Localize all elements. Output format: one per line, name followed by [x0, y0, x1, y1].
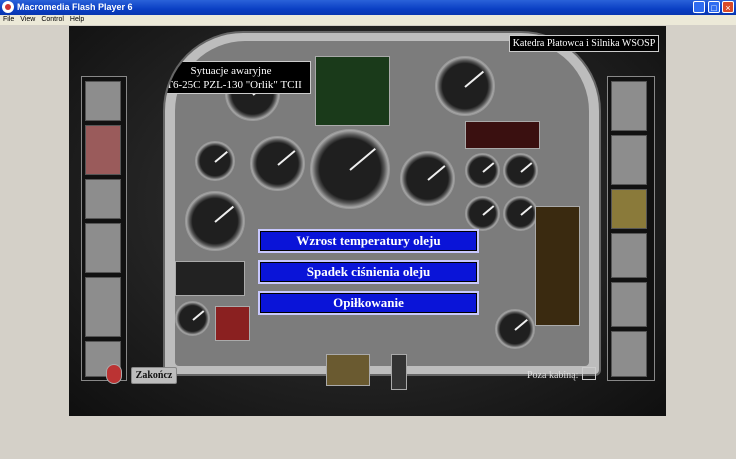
close-button[interactable]: × — [722, 1, 734, 13]
right-console-section — [611, 233, 647, 278]
attitude-indicator — [310, 129, 390, 209]
fuel-gauge — [465, 196, 500, 231]
gps-display — [315, 56, 390, 126]
vsi-gauge — [400, 151, 455, 206]
left-console-section — [85, 179, 121, 219]
annunciator-panel — [465, 121, 540, 149]
oil-pressure-gauge — [503, 153, 538, 188]
scenario-title-line2: PT6-25C PZL-130 "Orlik" TCII — [163, 79, 302, 91]
right-console-section — [611, 282, 647, 327]
menu-control[interactable]: Control — [38, 15, 67, 25]
right-console-section — [611, 135, 647, 185]
finish-button[interactable]: Zakończ — [131, 367, 177, 384]
left-side-console[interactable] — [81, 76, 127, 381]
right-console-section — [611, 81, 647, 131]
throttle-view-thumbnail[interactable] — [391, 354, 407, 390]
trim-indicator — [175, 261, 245, 296]
itt-gauge — [495, 309, 535, 349]
outside-cabin-toggle[interactable] — [582, 367, 596, 380]
right-side-console[interactable] — [607, 76, 655, 381]
left-console-section — [85, 81, 121, 121]
outside-cabin-label: Poza kabiną: — [527, 370, 579, 381]
minimize-button[interactable]: _ — [693, 1, 705, 13]
fuel-flow-gauge — [503, 196, 538, 231]
scenario-title-box: Sytuacje awaryjne PT6-25C PZL-130 "Orlik… — [163, 61, 311, 94]
fire-extinguisher-icon — [106, 364, 122, 384]
instrument-panel: Sytuacje awaryjne PT6-25C PZL-130 "Orlik… — [163, 31, 601, 376]
menu-view[interactable]: View — [17, 15, 38, 25]
window-titlebar: Macromedia Flash Player 6 _ □ × — [0, 0, 736, 15]
menu-file[interactable]: File — [0, 15, 17, 25]
department-label: Katedra Płatowca i Silnika WSOSP — [509, 35, 659, 52]
clock-gauge — [185, 191, 245, 251]
maximize-button[interactable]: □ — [708, 1, 720, 13]
left-console-section — [85, 277, 121, 337]
warning-lights-panel — [535, 206, 580, 326]
menu-bar: File View Control Help — [0, 15, 736, 25]
scenario-button-filings[interactable]: Opiłkowanie — [258, 291, 479, 315]
scenario-button-oil-temperature[interactable]: Wzrost temperatury oleju — [258, 229, 479, 253]
flash-stage: Sytuacje awaryjne PT6-25C PZL-130 "Orlik… — [69, 26, 666, 416]
hydraulic-gauge — [175, 301, 210, 336]
menu-help[interactable]: Help — [67, 15, 87, 25]
torque-gauge — [195, 141, 235, 181]
engine-gauge — [435, 56, 495, 116]
window-title: Macromedia Flash Player 6 — [17, 2, 133, 12]
panel-view-thumbnail[interactable] — [326, 354, 370, 386]
scenario-button-oil-pressure[interactable]: Spadek ciśnienia oleju — [258, 260, 479, 284]
oil-temp-gauge — [465, 153, 500, 188]
altimeter-gauge — [250, 136, 305, 191]
left-console-section — [85, 125, 121, 175]
emergency-switches — [215, 306, 250, 341]
right-console-section — [611, 331, 647, 377]
left-console-section — [85, 223, 121, 273]
flash-player-icon — [2, 1, 14, 13]
right-console-section — [611, 189, 647, 229]
scenario-title-line1: Sytuacje awaryjne — [190, 65, 272, 77]
